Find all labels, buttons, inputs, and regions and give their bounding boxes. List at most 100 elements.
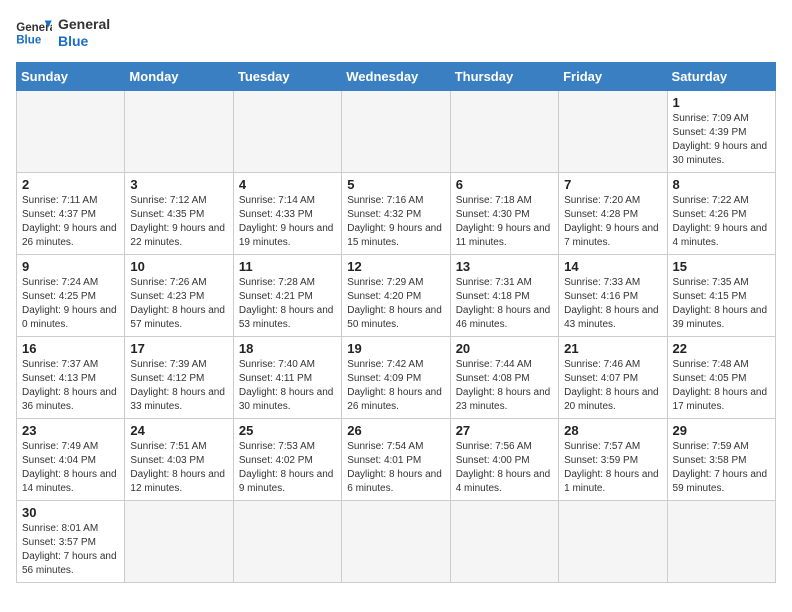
calendar-day-cell: 7Sunrise: 7:20 AM Sunset: 4:28 PM Daylig… (559, 172, 667, 254)
calendar-day-cell (233, 500, 341, 582)
day-number: 16 (22, 341, 119, 356)
day-info: Sunrise: 7:26 AM Sunset: 4:23 PM Dayligh… (130, 276, 227, 332)
calendar-day-cell (125, 500, 233, 582)
calendar-day-cell (342, 90, 450, 172)
day-number: 22 (673, 341, 770, 356)
day-info: Sunrise: 7:49 AM Sunset: 4:04 PM Dayligh… (22, 440, 119, 496)
calendar-day-cell: 11Sunrise: 7:28 AM Sunset: 4:21 PM Dayli… (233, 254, 341, 336)
day-number: 15 (673, 259, 770, 274)
calendar-week-row: 2Sunrise: 7:11 AM Sunset: 4:37 PM Daylig… (17, 172, 776, 254)
calendar-day-cell: 12 Sunrise: 7:29 AM Sunset: 4:20 PM Dayli… (342, 254, 450, 336)
calendar-body: 1Sunrise: 7:09 AM Sunset: 4:39 PM Daylig… (17, 90, 776, 582)
calendar-table: SundayMondayTuesdayWednesdayThursdayFrid… (16, 62, 776, 583)
day-info: Sunrise: 7:20 AM Sunset: 4:28 PM Dayligh… (564, 194, 661, 250)
calendar-day-cell: 26 Sunrise: 7:54 AM Sunset: 4:01 PM Dayli… (342, 418, 450, 500)
calendar-day-cell: 21Sunrise: 7:46 AM Sunset: 4:07 PM Dayli… (559, 336, 667, 418)
day-number: 3 (130, 177, 227, 192)
day-info: Sunrise: 7:33 AM Sunset: 4:16 PM Dayligh… (564, 276, 661, 332)
day-info: Sunrise: 7:48 AM Sunset: 4:05 PM Dayligh… (673, 358, 770, 414)
calendar-day-cell: 5 Sunrise: 7:16 AM Sunset: 4:32 PM Daylig… (342, 172, 450, 254)
day-number: 14 (564, 259, 661, 274)
day-info: Sunrise: 7:44 AM Sunset: 4:08 PM Dayligh… (456, 358, 553, 414)
calendar-day-cell (450, 500, 558, 582)
day-number: 19 (347, 341, 444, 356)
day-number: 23 (22, 423, 119, 438)
day-number: 17 (130, 341, 227, 356)
day-info: Sunrise: 7:42 AM Sunset: 4:09 PM Dayligh… (347, 358, 444, 414)
calendar-header-cell: Wednesday (342, 62, 450, 90)
day-number: 13 (456, 259, 553, 274)
day-number: 29 (673, 423, 770, 438)
day-number: 18 (239, 341, 336, 356)
day-info: Sunrise: 7:53 AM Sunset: 4:02 PM Dayligh… (239, 440, 336, 496)
calendar-day-cell: 4 Sunrise: 7:14 AM Sunset: 4:33 PM Daylig… (233, 172, 341, 254)
day-number: 20 (456, 341, 553, 356)
day-number: 24 (130, 423, 227, 438)
day-number: 26 (347, 423, 444, 438)
calendar-day-cell (125, 90, 233, 172)
calendar-day-cell: 20 Sunrise: 7:44 AM Sunset: 4:08 PM Dayli… (450, 336, 558, 418)
day-number: 5 (347, 177, 444, 192)
calendar-week-row: 1Sunrise: 7:09 AM Sunset: 4:39 PM Daylig… (17, 90, 776, 172)
day-info: Sunrise: 7:16 AM Sunset: 4:32 PM Dayligh… (347, 194, 444, 250)
calendar-day-cell: 24 Sunrise: 7:51 AM Sunset: 4:03 PM Dayli… (125, 418, 233, 500)
calendar-week-row: 30 Sunrise: 8:01 AM Sunset: 3:57 PM Dayli… (17, 500, 776, 582)
calendar-day-cell: 14 Sunrise: 7:33 AM Sunset: 4:16 PM Dayli… (559, 254, 667, 336)
day-info: Sunrise: 8:01 AM Sunset: 3:57 PM Dayligh… (22, 522, 119, 578)
calendar-day-cell: 16 Sunrise: 7:37 AM Sunset: 4:13 PM Dayli… (17, 336, 125, 418)
calendar-header-cell: Thursday (450, 62, 558, 90)
calendar-day-cell: 2Sunrise: 7:11 AM Sunset: 4:37 PM Daylig… (17, 172, 125, 254)
logo: General Blue General Blue (16, 16, 110, 50)
day-number: 9 (22, 259, 119, 274)
calendar-day-cell: 22 Sunrise: 7:48 AM Sunset: 4:05 PM Dayli… (667, 336, 775, 418)
day-info: Sunrise: 7:37 AM Sunset: 4:13 PM Dayligh… (22, 358, 119, 414)
calendar-day-cell (233, 90, 341, 172)
calendar-day-cell: 8Sunrise: 7:22 AM Sunset: 4:26 PM Daylig… (667, 172, 775, 254)
calendar-day-cell: 23 Sunrise: 7:49 AM Sunset: 4:04 PM Dayli… (17, 418, 125, 500)
calendar-day-cell: 3 Sunrise: 7:12 AM Sunset: 4:35 PM Daylig… (125, 172, 233, 254)
day-info: Sunrise: 7:54 AM Sunset: 4:01 PM Dayligh… (347, 440, 444, 496)
calendar-header-cell: Tuesday (233, 62, 341, 90)
calendar-day-cell: 29 Sunrise: 7:59 AM Sunset: 3:58 PM Dayli… (667, 418, 775, 500)
calendar-day-cell: 15Sunrise: 7:35 AM Sunset: 4:15 PM Dayli… (667, 254, 775, 336)
day-number: 12 (347, 259, 444, 274)
day-info: Sunrise: 7:12 AM Sunset: 4:35 PM Dayligh… (130, 194, 227, 250)
day-info: Sunrise: 7:57 AM Sunset: 3:59 PM Dayligh… (564, 440, 661, 496)
calendar-day-cell (342, 500, 450, 582)
day-number: 2 (22, 177, 119, 192)
day-number: 27 (456, 423, 553, 438)
calendar-day-cell (17, 90, 125, 172)
day-number: 25 (239, 423, 336, 438)
logo-icon: General Blue (16, 17, 52, 49)
logo-blue-text: Blue (58, 33, 110, 50)
calendar-header-cell: Friday (559, 62, 667, 90)
day-number: 6 (456, 177, 553, 192)
day-number: 28 (564, 423, 661, 438)
page-header: General Blue General Blue (16, 16, 776, 50)
day-number: 4 (239, 177, 336, 192)
calendar-day-cell: 30 Sunrise: 8:01 AM Sunset: 3:57 PM Dayli… (17, 500, 125, 582)
calendar-day-cell: 18Sunrise: 7:40 AM Sunset: 4:11 PM Dayli… (233, 336, 341, 418)
calendar-week-row: 16 Sunrise: 7:37 AM Sunset: 4:13 PM Dayli… (17, 336, 776, 418)
day-info: Sunrise: 7:46 AM Sunset: 4:07 PM Dayligh… (564, 358, 661, 414)
calendar-day-cell: 1Sunrise: 7:09 AM Sunset: 4:39 PM Daylig… (667, 90, 775, 172)
day-info: Sunrise: 7:31 AM Sunset: 4:18 PM Dayligh… (456, 276, 553, 332)
calendar-day-cell (667, 500, 775, 582)
calendar-day-cell: 9 Sunrise: 7:24 AM Sunset: 4:25 PM Daylig… (17, 254, 125, 336)
calendar-header-row: SundayMondayTuesdayWednesdayThursdayFrid… (17, 62, 776, 90)
calendar-day-cell: 25 Sunrise: 7:53 AM Sunset: 4:02 PM Dayli… (233, 418, 341, 500)
day-info: Sunrise: 7:24 AM Sunset: 4:25 PM Dayligh… (22, 276, 119, 332)
calendar-week-row: 23 Sunrise: 7:49 AM Sunset: 4:04 PM Dayli… (17, 418, 776, 500)
calendar-day-cell: 6 Sunrise: 7:18 AM Sunset: 4:30 PM Daylig… (450, 172, 558, 254)
calendar-day-cell (559, 90, 667, 172)
day-number: 30 (22, 505, 119, 520)
day-info: Sunrise: 7:59 AM Sunset: 3:58 PM Dayligh… (673, 440, 770, 496)
calendar-day-cell: 19 Sunrise: 7:42 AM Sunset: 4:09 PM Dayli… (342, 336, 450, 418)
day-number: 10 (130, 259, 227, 274)
day-info: Sunrise: 7:22 AM Sunset: 4:26 PM Dayligh… (673, 194, 770, 250)
day-info: Sunrise: 7:51 AM Sunset: 4:03 PM Dayligh… (130, 440, 227, 496)
day-info: Sunrise: 7:29 AM Sunset: 4:20 PM Dayligh… (347, 276, 444, 332)
day-info: Sunrise: 7:18 AM Sunset: 4:30 PM Dayligh… (456, 194, 553, 250)
day-info: Sunrise: 7:14 AM Sunset: 4:33 PM Dayligh… (239, 194, 336, 250)
calendar-day-cell: 28 Sunrise: 7:57 AM Sunset: 3:59 PM Dayli… (559, 418, 667, 500)
